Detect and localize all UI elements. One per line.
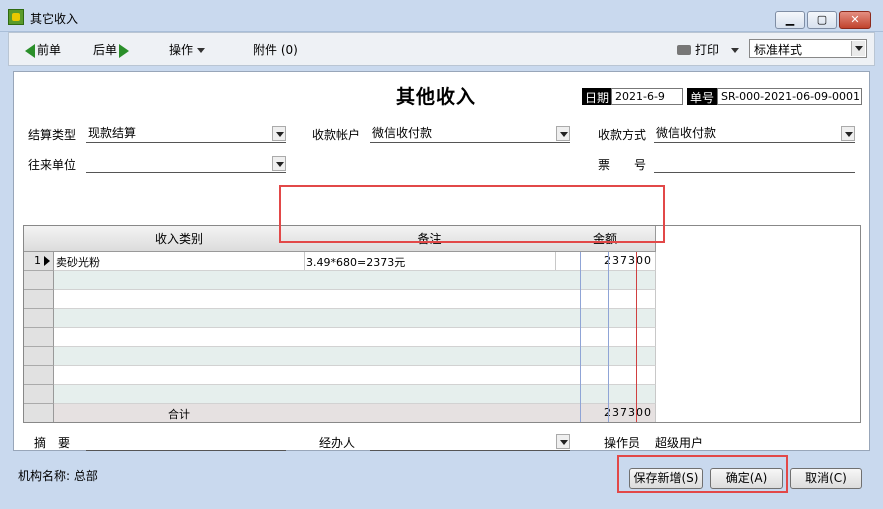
- operator-label: 操作员: [604, 436, 641, 450]
- title-bar: 其它收入 ▁ ▢ ✕: [0, 0, 883, 32]
- col-header-category[interactable]: 收入类别: [54, 226, 305, 252]
- prev-button[interactable]: 前单: [25, 41, 61, 58]
- handler-select[interactable]: [370, 432, 570, 451]
- row-number-text: 1: [34, 254, 41, 267]
- operations-menu[interactable]: 操作: [169, 41, 206, 58]
- table-row[interactable]: [54, 366, 656, 385]
- save-new-button[interactable]: 保存新增(S): [629, 468, 703, 489]
- chevron-down-icon[interactable]: [841, 126, 855, 141]
- attachment-button[interactable]: 附件 (0): [253, 41, 298, 58]
- summary-field[interactable]: [86, 432, 286, 451]
- cell-note[interactable]: 3.49*680=2373元: [304, 252, 556, 271]
- row-number[interactable]: [24, 309, 54, 328]
- close-icon: ✕: [850, 13, 860, 26]
- template-select[interactable]: 标准样式: [749, 39, 867, 58]
- total-label: 合计: [54, 404, 305, 422]
- row-number[interactable]: [24, 347, 54, 366]
- chevron-down-icon[interactable]: [851, 41, 865, 56]
- date-field[interactable]: 2021-6-9: [611, 88, 683, 105]
- table-row[interactable]: [54, 271, 656, 290]
- arrow-left-icon: [25, 43, 35, 58]
- operations-label: 操作: [169, 43, 194, 57]
- chevron-down-icon[interactable]: [556, 434, 570, 449]
- print-button[interactable]: 打印: [677, 41, 740, 58]
- row-number[interactable]: [24, 290, 54, 309]
- table-row[interactable]: [54, 328, 656, 347]
- next-button[interactable]: 后单: [93, 41, 130, 58]
- date-label: 日期: [582, 88, 613, 105]
- confirm-button[interactable]: 确定(A): [710, 468, 783, 489]
- window-title: 其它收入: [30, 12, 79, 26]
- prev-label: 前单: [37, 43, 62, 57]
- partner-select[interactable]: [86, 154, 286, 173]
- account-select[interactable]: 微信收付款: [370, 124, 570, 143]
- col-header-amount[interactable]: 金额: [555, 226, 656, 252]
- maximize-icon: ▢: [816, 13, 828, 26]
- number-label: 单号: [687, 88, 718, 105]
- handler-label: 经办人: [319, 436, 356, 450]
- chevron-down-icon[interactable]: [272, 156, 286, 171]
- template-value: 标准样式: [754, 43, 803, 57]
- total-amount-cell: 237300: [555, 404, 656, 422]
- row-number[interactable]: [24, 271, 54, 290]
- amount-value: 237300: [604, 254, 652, 267]
- method-label: 收款方式: [598, 128, 647, 142]
- org-name: 机构名称: 总部: [18, 469, 98, 483]
- settle-type-value: 现款结算: [88, 126, 137, 140]
- grid-empty-area: [656, 226, 860, 422]
- printer-icon: [677, 44, 691, 55]
- income-grid: 收入类别 备注 金额 1 卖砂光粉 3.49*680=2373元 237300: [23, 225, 861, 423]
- current-row-icon: [44, 256, 50, 266]
- total-note-cell: [304, 404, 556, 422]
- grid-corner: [24, 226, 55, 252]
- settle-type-label: 结算类型: [28, 128, 77, 142]
- toolbar: 前单 后单 操作 附件 (0) 打印 标准样式: [8, 32, 875, 66]
- table-row[interactable]: [54, 385, 656, 404]
- ticket-label: 票 号: [598, 158, 647, 172]
- ticket-field[interactable]: [654, 154, 855, 173]
- form-panel: 其他收入 日期 2021-6-9 单号 SR-000-2021-06-09-00…: [13, 71, 870, 451]
- amount-decimal-divider: [636, 252, 637, 422]
- table-row[interactable]: [54, 347, 656, 366]
- form-title: 其他收入: [396, 86, 477, 108]
- amount-divider: [608, 252, 609, 422]
- print-label: 打印: [695, 43, 720, 57]
- chevron-down-icon[interactable]: [272, 126, 286, 141]
- app-icon: [8, 9, 24, 25]
- account-value: 微信收付款: [372, 126, 433, 140]
- cell-amount[interactable]: 237300: [555, 252, 656, 271]
- table-row[interactable]: [54, 309, 656, 328]
- account-label: 收款帐户: [312, 128, 361, 142]
- minimize-icon: ▁: [785, 13, 795, 26]
- row-number[interactable]: 1: [24, 252, 54, 271]
- arrow-right-icon: [119, 43, 130, 58]
- row-number[interactable]: [24, 366, 54, 385]
- attachment-label: 附件 (0): [253, 43, 298, 57]
- cancel-button[interactable]: 取消(C): [790, 468, 862, 489]
- settle-type-select[interactable]: 现款结算: [86, 124, 286, 143]
- table-row[interactable]: [54, 290, 656, 309]
- partner-label: 往来单位: [28, 158, 77, 172]
- chevron-down-icon: [197, 48, 206, 53]
- col-header-note[interactable]: 备注: [304, 226, 556, 252]
- number-field[interactable]: SR-000-2021-06-09-0001: [717, 88, 862, 105]
- row-number: [24, 404, 54, 422]
- method-select[interactable]: 微信收付款: [654, 124, 855, 143]
- window-frame: 前单 后单 操作 附件 (0) 打印 标准样式 其他收入 日期 2021-6-9…: [0, 32, 883, 509]
- chevron-down-icon[interactable]: [556, 126, 570, 141]
- row-number[interactable]: [24, 385, 54, 404]
- minimize-button[interactable]: ▁: [775, 11, 805, 29]
- operator-value: 超级用户: [655, 436, 704, 450]
- bottom-bar: 机构名称: 总部 保存新增(S) 确定(A) 取消(C): [0, 455, 883, 509]
- cell-category[interactable]: 卖砂光粉: [54, 252, 305, 271]
- chevron-down-icon: [731, 48, 740, 53]
- total-amount: 237300: [604, 406, 652, 419]
- row-number[interactable]: [24, 328, 54, 347]
- close-button[interactable]: ✕: [839, 11, 871, 29]
- method-value: 微信收付款: [656, 126, 717, 140]
- next-label: 后单: [93, 43, 118, 57]
- maximize-button[interactable]: ▢: [807, 11, 837, 29]
- summary-label: 摘 要: [34, 436, 71, 450]
- amount-divider: [580, 252, 581, 422]
